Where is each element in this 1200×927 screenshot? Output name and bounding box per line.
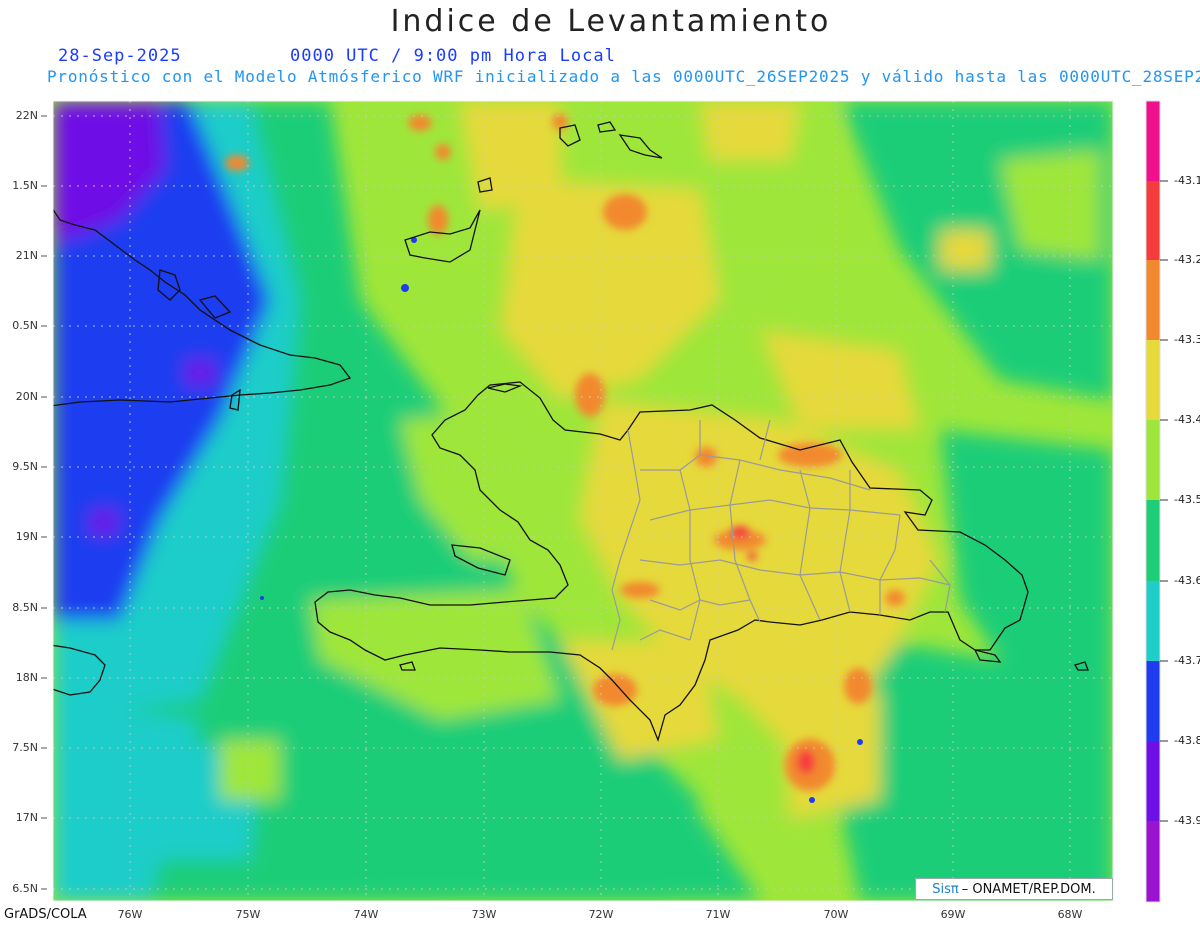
lat-label: 9.5N: [12, 460, 38, 473]
colorbar-label: -43.9: [1174, 814, 1200, 827]
lat-label: 8.5N: [12, 601, 38, 614]
colorbar-label: -43.1: [1174, 174, 1200, 187]
onamet-label: – ONAMET/REP.DOM.: [961, 881, 1096, 897]
forecast-date: 28-Sep-2025: [58, 46, 182, 66]
lat-label: 7.5N: [12, 741, 38, 754]
colorbar-label: -43.2: [1174, 253, 1200, 266]
lat-label: 21N: [15, 249, 38, 262]
colorbar-label: -43.8: [1174, 734, 1200, 747]
lon-label: 69W: [940, 908, 966, 921]
sis-logo: Sisπ: [932, 881, 959, 897]
lon-label: 74W: [353, 908, 379, 921]
lon-label: 70W: [823, 908, 849, 921]
lon-label: 75W: [235, 908, 261, 921]
lat-label: 20N: [15, 390, 38, 403]
onamet-badge: Sisπ – ONAMET/REP.DOM.: [915, 878, 1113, 900]
lifted-index-field: [53, 101, 1113, 901]
lat-label: 22N: [15, 109, 38, 122]
lat-label: 1.5N: [12, 179, 38, 192]
colorbar: [1145, 100, 1168, 903]
weather-map: [41, 100, 1168, 903]
colorbar-label: -43.3: [1174, 333, 1200, 346]
forecast-subtitle: Pronóstico con el Modelo Atmósferico WRF…: [47, 67, 1200, 86]
lat-label: 19N: [15, 530, 38, 543]
lon-label: 68W: [1057, 908, 1083, 921]
colorbar-label: -43.4: [1174, 413, 1200, 426]
lon-label: 76W: [117, 908, 143, 921]
lon-label: 71W: [705, 908, 731, 921]
lon-label: 72W: [588, 908, 614, 921]
forecast-time: 0000 UTC / 9:00 pm Hora Local: [290, 46, 616, 66]
colorbar-label: -43.6: [1174, 574, 1200, 587]
colorbar-label: -43.7: [1174, 654, 1200, 667]
lon-label: 73W: [471, 908, 497, 921]
grads-credit: GrADS/COLA: [4, 907, 87, 922]
lat-label: 18N: [15, 671, 38, 684]
lat-label: 17N: [15, 811, 38, 824]
colorbar-label: -43.5: [1174, 493, 1200, 506]
lat-label: 6.5N: [12, 882, 38, 895]
map-title: Indice de Levantamiento: [390, 4, 832, 39]
lat-label: 0.5N: [12, 319, 38, 332]
